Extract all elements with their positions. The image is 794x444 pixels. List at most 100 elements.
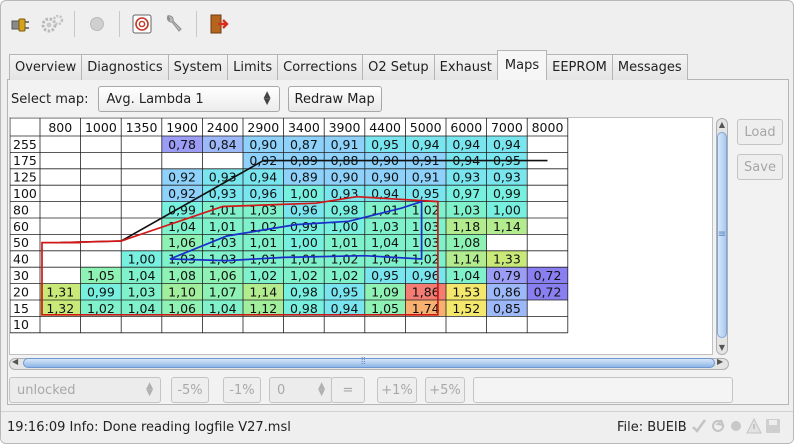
load-button[interactable]: Load bbox=[737, 119, 783, 145]
map-cell-value: 0,94 bbox=[331, 301, 359, 316]
map-cell-value: 0,72 bbox=[534, 284, 562, 299]
tab-overview[interactable]: Overview bbox=[9, 54, 83, 80]
tab-diagnostics[interactable]: Diagnostics bbox=[81, 54, 169, 80]
map-cell-value: 1,04 bbox=[371, 235, 399, 250]
tab-messages[interactable]: Messages bbox=[611, 54, 688, 80]
map-cell-value: 0,99 bbox=[168, 202, 196, 217]
tab-exhaust[interactable]: Exhaust bbox=[433, 54, 498, 80]
tab-maps[interactable]: Maps bbox=[496, 50, 548, 80]
tab-corrections[interactable]: Corrections bbox=[277, 54, 364, 80]
map-cell-value: 1,86 bbox=[412, 284, 440, 299]
map-cell-value: 0,95 bbox=[412, 186, 440, 201]
scrollbar-thumb[interactable] bbox=[23, 358, 715, 368]
map-cell-value: 1,03 bbox=[371, 219, 399, 234]
lock-select[interactable]: unlocked ▲ ▼ bbox=[9, 377, 161, 403]
map-cell-value: 1,06 bbox=[209, 268, 237, 283]
target-icon bbox=[132, 14, 152, 34]
horizontal-scrollbar[interactable]: ◀ ▶ ⦙⦙ bbox=[9, 356, 729, 371]
map-cell-value: 1,05 bbox=[87, 268, 115, 283]
plus-1-button[interactable]: +1% bbox=[377, 377, 417, 403]
map-cell-value: 0,94 bbox=[412, 137, 440, 152]
map-cell-value: 0,79 bbox=[493, 268, 521, 283]
map-select[interactable]: Avg. Lambda 1 ▲ ▼ bbox=[97, 86, 280, 112]
map-cell-value: 1,00 bbox=[128, 252, 156, 267]
scroll-left-icon[interactable]: ◀ bbox=[12, 357, 18, 366]
select-map-row: Select map: Avg. Lambda 1 ▲ ▼ Redraw Map bbox=[11, 85, 382, 113]
checkmark-icon bbox=[692, 419, 707, 433]
map-cell-value: 0,95 bbox=[331, 284, 359, 299]
save-button[interactable]: Save bbox=[737, 154, 783, 180]
row-header: 60 bbox=[13, 219, 29, 234]
tab-o2-setup[interactable]: O2 Setup bbox=[362, 54, 435, 80]
settings-button[interactable] bbox=[37, 9, 67, 39]
map-cell-value: 0,86 bbox=[493, 284, 521, 299]
map-cell-value: 1,04 bbox=[128, 301, 156, 316]
map-cell-value: 1,03 bbox=[209, 252, 237, 267]
toolbar-separator bbox=[119, 11, 120, 37]
map-cell-value: 0,92 bbox=[168, 186, 196, 201]
minus-1-button[interactable]: -1% bbox=[223, 377, 261, 403]
spinbox-value: 0 bbox=[277, 382, 286, 398]
map-grid[interactable]: 0,78 0,84 0,90 0,87 0,91 0,95 0,94 0,94 0,94 255 0… bbox=[9, 117, 713, 355]
map-cell-value: 1,14 bbox=[452, 252, 480, 267]
redraw-map-button[interactable]: Redraw Map bbox=[287, 86, 382, 112]
connect-button[interactable] bbox=[5, 9, 35, 39]
column-header: 1000 bbox=[85, 120, 117, 135]
value-input[interactable] bbox=[473, 377, 733, 403]
column-header: 4400 bbox=[369, 120, 401, 135]
map-cell-value: 0,98 bbox=[290, 284, 318, 299]
record-button[interactable] bbox=[82, 9, 112, 39]
target-button[interactable] bbox=[127, 9, 157, 39]
toolbar-separator bbox=[74, 11, 75, 37]
updown-arrows-icon: ▲ ▼ bbox=[146, 381, 153, 398]
plus-5-button[interactable]: +5% bbox=[425, 377, 465, 403]
column-header: 800 bbox=[48, 120, 72, 135]
column-header: 2900 bbox=[247, 120, 279, 135]
map-cell-value: 1,07 bbox=[209, 284, 237, 299]
map-cell-value: 0,98 bbox=[331, 202, 359, 217]
status-icons bbox=[691, 418, 781, 434]
value-spinbox[interactable]: 0 ▲ ▼ bbox=[269, 377, 333, 403]
map-cell-value: 0,99 bbox=[290, 219, 318, 234]
vertical-scrollbar[interactable]: ▲ ▼ ≡ bbox=[715, 118, 729, 355]
refresh-icon bbox=[712, 419, 725, 432]
map-cell-value: 1,52 bbox=[452, 301, 480, 316]
map-cell-value: 0,95 bbox=[371, 268, 399, 283]
scroll-down-icon[interactable]: ▼ bbox=[715, 343, 729, 352]
app-window: Overview Diagnostics System Limits Correctio… bbox=[0, 0, 794, 444]
tab-system[interactable]: System bbox=[167, 54, 229, 80]
row-header: 125 bbox=[13, 170, 37, 185]
equals-button[interactable]: = bbox=[331, 377, 365, 403]
map-cell-value: 1,06 bbox=[168, 301, 196, 316]
lambda-map-table[interactable]: 0,78 0,84 0,90 0,87 0,91 0,95 0,94 0,94 0,942550… bbox=[10, 118, 713, 355]
map-cell-value: 1,00 bbox=[290, 186, 318, 201]
map-cell-value: 1,14 bbox=[493, 219, 521, 234]
map-cell-value: 1,04 bbox=[128, 268, 156, 283]
minus-5-button[interactable]: -5% bbox=[171, 377, 209, 403]
tab-limits[interactable]: Limits bbox=[227, 54, 279, 80]
map-cell-value: 0,99 bbox=[87, 284, 115, 299]
map-cell-value: 0,95 bbox=[371, 137, 399, 152]
warning-icon bbox=[746, 418, 762, 434]
updown-arrows-icon: ▲ ▼ bbox=[318, 381, 325, 398]
scroll-right-icon[interactable]: ▶ bbox=[717, 357, 723, 366]
column-header: 8000 bbox=[532, 120, 564, 135]
map-cell-value: 1,09 bbox=[371, 284, 399, 299]
map-cell-value: 1,33 bbox=[493, 252, 521, 267]
map-cell-value: 0,89 bbox=[290, 170, 318, 185]
exit-button[interactable] bbox=[204, 9, 234, 39]
map-cell-value: 1,31 bbox=[46, 284, 74, 299]
map-cell-value: 0,96 bbox=[249, 186, 277, 201]
map-cell-value: 0,96 bbox=[412, 268, 440, 283]
column-header: 3400 bbox=[288, 120, 320, 135]
column-header: 5000 bbox=[410, 120, 442, 135]
map-cell-value: 0,84 bbox=[209, 137, 237, 152]
tab-eeprom[interactable]: EEPROM bbox=[546, 54, 613, 80]
map-cell-value: 1,03 bbox=[412, 219, 440, 234]
scroll-up-icon[interactable]: ▲ bbox=[715, 120, 729, 129]
map-cell-value: 0,78 bbox=[168, 137, 196, 152]
row-header: 10 bbox=[13, 317, 29, 332]
toolbar bbox=[5, 7, 234, 41]
tools-button[interactable] bbox=[159, 9, 189, 39]
select-map-label: Select map: bbox=[11, 91, 89, 107]
